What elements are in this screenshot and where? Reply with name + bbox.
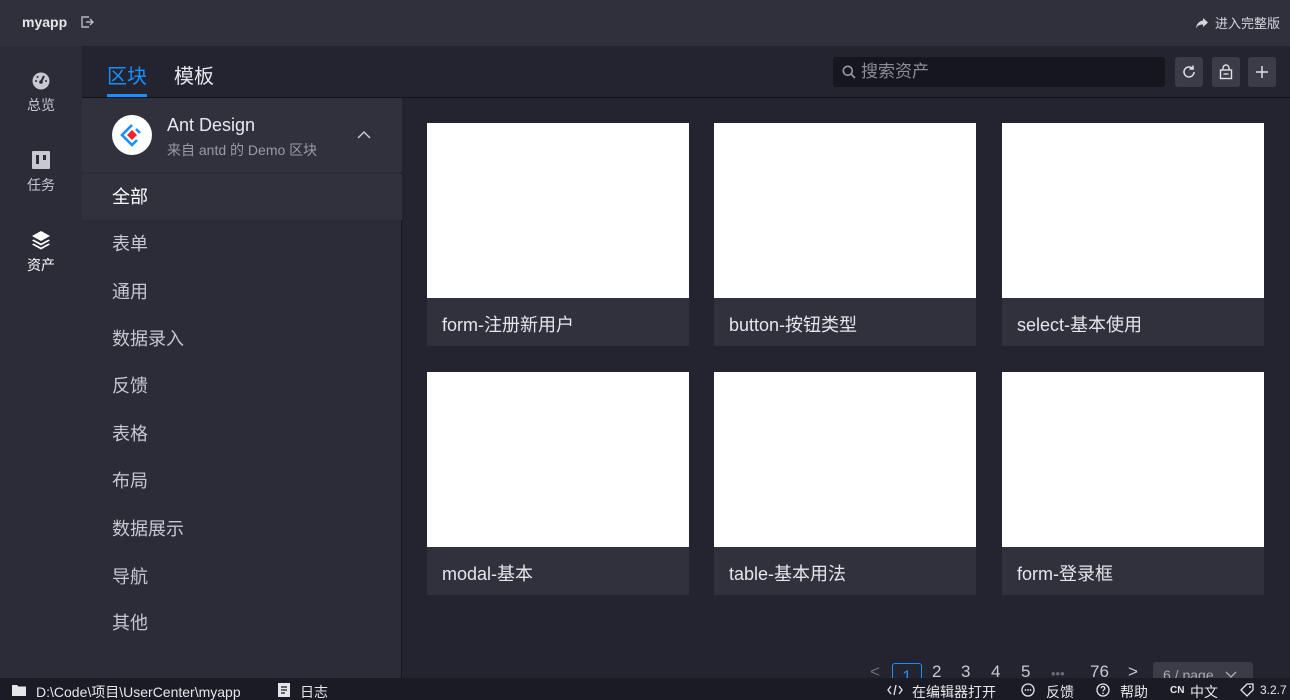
tab-bar: 区块 模板 <box>82 46 1290 98</box>
language-switch[interactable]: 中文 <box>1190 682 1218 700</box>
top-bar: myapp 进入完整版 <box>0 0 1290 46</box>
nav-overview-label: 总览 <box>27 97 55 113</box>
log-icon <box>278 683 290 697</box>
block-preview <box>1002 372 1264 547</box>
feedback-link[interactable]: 反馈 <box>1046 682 1074 700</box>
block-title: table-基本用法 <box>729 564 847 584</box>
nav-overview[interactable]: 总览 <box>0 70 82 140</box>
refresh-icon <box>1183 65 1195 78</box>
block-card[interactable]: form-登录框 <box>1002 372 1264 595</box>
chevron-up-icon[interactable] <box>357 130 371 140</box>
block-preview <box>714 372 976 547</box>
block-card[interactable]: select-基本使用 <box>1002 123 1264 346</box>
category-item-form[interactable]: 表单 <box>82 221 402 267</box>
category-item-table[interactable]: 表格 <box>82 411 402 457</box>
nav-assets-label: 资产 <box>27 257 55 273</box>
enter-full-version-link[interactable]: 进入完整版 <box>1195 13 1280 32</box>
refresh-button[interactable] <box>1175 57 1203 87</box>
enter-full-version-label: 进入完整版 <box>1214 16 1280 31</box>
block-title: form-注册新用户 <box>442 315 574 335</box>
block-title: modal-基本 <box>442 564 534 584</box>
version-label: 3.2.7 <box>1260 683 1287 697</box>
store-icon <box>1219 64 1233 80</box>
source-subtitle: 来自 antd 的 Demo 区块 <box>167 142 318 158</box>
category-item-data-display[interactable]: 数据展示 <box>82 506 402 552</box>
block-title: select-基本使用 <box>1017 315 1143 335</box>
tab-blocks[interactable]: 区块 <box>107 60 147 89</box>
nav-tasks[interactable]: 任务 <box>0 150 82 220</box>
category-item-layout[interactable]: 布局 <box>82 458 402 504</box>
block-card[interactable]: table-基本用法 <box>714 372 976 595</box>
category-panel: Ant Design 来自 antd 的 Demo 区块 全部 表单 通用 数据… <box>82 98 402 678</box>
exit-icon[interactable] <box>80 15 94 29</box>
tab-templates[interactable]: 模板 <box>174 60 214 89</box>
message-icon <box>1021 683 1035 697</box>
dashboard-icon <box>32 72 50 90</box>
open-in-editor-link[interactable]: 在编辑器打开 <box>912 682 996 700</box>
plus-icon <box>1256 66 1268 78</box>
left-nav: 总览 任务 资产 <box>0 46 82 678</box>
status-bar: D:\Code\项目\UserCenter\myapp 日志 在编辑器打开 反馈… <box>0 678 1290 700</box>
category-item-feedback[interactable]: 反馈 <box>82 363 402 409</box>
category-item-data-entry[interactable]: 数据录入 <box>82 316 402 362</box>
code-icon <box>887 684 903 696</box>
category-item-navigation[interactable]: 导航 <box>82 554 402 600</box>
search-box <box>833 57 1165 87</box>
block-preview <box>714 123 976 298</box>
app-name: myapp <box>22 14 68 30</box>
folder-icon <box>12 685 26 696</box>
task-board-icon <box>32 151 50 169</box>
block-preview <box>427 372 689 547</box>
project-path[interactable]: D:\Code\项目\UserCenter\myapp <box>36 682 241 700</box>
block-preview <box>1002 123 1264 298</box>
block-card[interactable]: button-按钮类型 <box>714 123 976 346</box>
block-title: button-按钮类型 <box>729 315 858 335</box>
language-code: CN <box>1170 685 1185 696</box>
share-arrow-icon <box>1195 17 1208 28</box>
category-item-all[interactable]: 全部 <box>82 174 402 220</box>
nav-tasks-label: 任务 <box>27 177 55 193</box>
block-preview <box>427 123 689 298</box>
help-link[interactable]: 帮助 <box>1120 682 1148 700</box>
ant-design-logo <box>112 115 152 155</box>
tag-icon <box>1240 683 1254 697</box>
block-card[interactable]: modal-基本 <box>427 372 689 595</box>
source-title: Ant Design <box>167 115 256 135</box>
asset-market-button[interactable] <box>1212 57 1240 87</box>
block-title: form-登录框 <box>1017 564 1113 584</box>
add-button[interactable] <box>1248 57 1276 87</box>
layers-icon <box>32 231 50 250</box>
log-link[interactable]: 日志 <box>300 682 328 700</box>
help-icon <box>1096 683 1110 697</box>
block-source-header[interactable]: Ant Design 来自 antd 的 Demo 区块 <box>82 98 402 172</box>
search-input[interactable] <box>861 57 1157 87</box>
block-card[interactable]: form-注册新用户 <box>427 123 689 346</box>
search-icon <box>842 65 856 79</box>
category-item-general[interactable]: 通用 <box>82 269 402 315</box>
nav-assets[interactable]: 资产 <box>0 230 82 300</box>
category-item-other[interactable]: 其他 <box>82 600 402 646</box>
tab-active-indicator <box>107 94 147 97</box>
